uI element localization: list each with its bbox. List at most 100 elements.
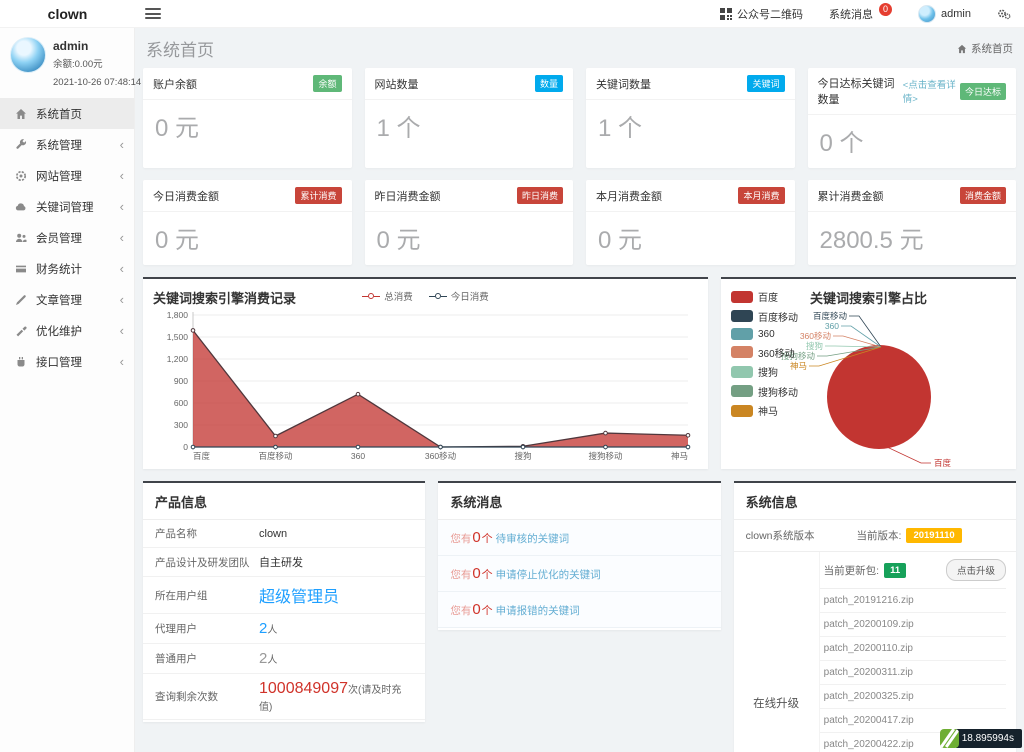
message-row[interactable]: 您有0个 申请停止优化的关键词 <box>438 556 721 592</box>
tools-icon <box>16 326 27 336</box>
online-upgrade-label: 在线升级 <box>734 552 820 752</box>
stat-card: 昨日消费金额 昨日消费 0 元 <box>364 180 573 265</box>
stat-card-value: 1 个 <box>598 115 643 142</box>
sidebar-item-0[interactable]: 系统首页 <box>0 98 134 129</box>
sidebar-item-8[interactable]: 接口管理 ‹ <box>0 346 134 377</box>
stat-card-label: 关键词数量 <box>596 78 651 91</box>
nav-messages-label: 系统消息 <box>829 8 874 21</box>
chevron-left-icon: ‹ <box>119 168 124 183</box>
chevron-left-icon: ‹ <box>119 199 124 214</box>
message-row[interactable]: 您有0个 待审核的关键词 <box>438 520 721 556</box>
stat-card-value: 2800.5 元 <box>819 227 924 254</box>
avatar <box>918 4 937 23</box>
system-info-panel: 系统信息 clown系统版本 当前版本: 20191110 在线升级 当前更新包… <box>733 481 1016 752</box>
trace-badge[interactable]: 18.895994s <box>939 729 1022 748</box>
system-messages-panel: 系统消息 您有0个 待审核的关键词 您有0个 申请停止优化的关键词 您有0个 申请报错的关… <box>438 481 721 630</box>
sidebar-item-7[interactable]: 优化维护 ‹ <box>0 315 134 346</box>
sidebar-item-1[interactable]: 系统管理 ‹ <box>0 129 134 160</box>
table-row: 查询剩余次数 1000849097次(请及时充值) <box>143 674 426 720</box>
svg-text:360移动: 360移动 <box>425 451 457 461</box>
message-count: 0 <box>472 529 481 546</box>
sidebar-item-3[interactable]: 关键词管理 ‹ <box>0 191 134 222</box>
sidebar-item-5[interactable]: 财务统计 ‹ <box>0 253 134 284</box>
stat-card-badge: 昨日消费 <box>516 187 563 204</box>
chevron-left-icon: ‹ <box>119 292 124 307</box>
message-link[interactable]: 申请停止优化的关键词 <box>496 569 601 581</box>
user-balance: 余额:0.00元 <box>53 59 103 70</box>
svg-text:600: 600 <box>174 398 188 408</box>
stat-card-value: 1 个 <box>376 115 421 142</box>
legend-item[interactable]: 搜狗移动 <box>731 384 798 399</box>
menu-toggle-icon[interactable] <box>145 8 161 19</box>
svg-text:1,800: 1,800 <box>167 310 189 320</box>
svg-text:百度: 百度 <box>193 451 211 461</box>
nav-settings[interactable] <box>984 0 1024 27</box>
message-link[interactable]: 申请报错的关键词 <box>496 605 580 617</box>
sidebar-item-label: 会员管理 <box>36 232 82 245</box>
nav-qrcode[interactable]: 公众号二维码 <box>707 0 816 27</box>
stat-card-badge: 余额 <box>313 75 342 92</box>
message-link[interactable]: 待审核的关键词 <box>496 533 570 545</box>
legend-item[interactable]: 百度移动 <box>731 309 798 324</box>
stat-card-label: 账户余额 <box>153 78 197 91</box>
stat-card: 今日消费金额 累计消费 0 元 <box>143 180 352 265</box>
user-name: admin <box>53 39 89 53</box>
message-row[interactable]: 您有0个 申请报错的关键词 <box>438 592 721 628</box>
product-value: clown <box>259 527 288 540</box>
nav-messages[interactable]: 系统消息 0 <box>816 0 905 27</box>
stat-card: 关键词数量 关键词 1 个 <box>586 68 795 168</box>
stat-card-value: 0 元 <box>598 227 643 254</box>
stat-cards-row-1: 账户余额 余额 0 元 网站数量 数量 1 个 关键词数量 关键词 1 个 今日达标关键词数量 <点… <box>143 68 1016 168</box>
stat-card-label: 今日消费金额 <box>153 190 219 203</box>
svg-text:搜狗: 搜狗 <box>514 451 531 461</box>
product-value: 1000849097次(请及时充值) <box>259 680 402 713</box>
stat-card-badge: 数量 <box>534 75 563 92</box>
stat-card: 今日达标关键词数量 <点击查看详情> 今日达标 0 个 <box>807 68 1016 168</box>
stat-card-value: 0 元 <box>376 227 421 254</box>
chevron-left-icon: ‹ <box>119 354 124 369</box>
avatar[interactable] <box>10 37 46 73</box>
legend-item[interactable]: 百度 <box>731 289 798 304</box>
legend-item[interactable]: 360 <box>731 328 798 340</box>
product-value[interactable]: 超级管理员 <box>259 583 339 607</box>
product-value: 2人 <box>259 620 278 637</box>
table-row: 产品设计及研发团队 自主研发 <box>143 548 426 577</box>
legend-item[interactable]: 今日消费 <box>428 289 489 303</box>
legend-item[interactable]: 搜狗 <box>731 364 798 379</box>
chevron-left-icon: ‹ <box>119 137 124 152</box>
product-label: 代理用户 <box>155 623 197 635</box>
qrcode-icon <box>720 7 733 20</box>
thinkphp-icon <box>939 729 959 748</box>
sidebar-item-6[interactable]: 文章管理 ‹ <box>0 284 134 315</box>
app-logo[interactable]: clown <box>0 6 135 22</box>
stat-card: 本月消费金额 本月消费 0 元 <box>586 180 795 265</box>
line-chart: 0 300 600 900 1,200 1,500 1,800 百度 百度移动 360 360移动 搜… <box>167 310 691 461</box>
stat-card-value: 0 元 <box>155 227 200 254</box>
version-row: clown系统版本 当前版本: 20191110 <box>733 520 1016 552</box>
sidebar-item-2[interactable]: 网站管理 ‹ <box>0 160 134 191</box>
breadcrumb[interactable]: 系统首页 <box>957 41 1013 56</box>
sidebar-item-label: 接口管理 <box>36 356 82 369</box>
product-label: 普通用户 <box>155 653 197 665</box>
sidebar-item-4[interactable]: 会员管理 ‹ <box>0 222 134 253</box>
edit-icon <box>16 294 26 305</box>
table-row: 产品名称 clown <box>143 520 426 548</box>
svg-text:百度移动: 百度移动 <box>258 451 293 461</box>
legend-item[interactable]: 总消费 <box>362 289 413 303</box>
credit-card-icon <box>16 265 26 272</box>
package-count-badge: 11 <box>884 562 907 578</box>
stat-card-label: 本月消费金额 <box>596 190 662 203</box>
legend-item[interactable]: 神马 <box>731 403 798 418</box>
sidebar-user-box: admin 余额:0.00元 2021-10-26 07:48:14 <box>0 28 141 98</box>
cloud-icon <box>15 202 26 210</box>
nav-user[interactable]: admin <box>905 0 984 27</box>
legend-item[interactable]: 360移动 <box>731 345 798 360</box>
message-count: 0 <box>472 565 481 582</box>
sidebar-menu: 系统首页 系统管理 ‹ 网站管理 ‹ 关键词管理 ‹ 会员管理 ‹ 财务统计 ‹ 文章管理 ‹ 优化维护 ‹… <box>0 98 134 377</box>
users-icon <box>16 233 27 242</box>
patch-item: patch_20200110.zip <box>819 637 1006 661</box>
engine-share-panel: 关键词搜索引擎占比 百度 百度移动 360 360移动 搜狗 搜狗移动 神马 百度移动 360… <box>721 277 1016 469</box>
upgrade-button[interactable]: 点击升级 <box>945 559 1006 581</box>
system-info-title: 系统信息 <box>733 483 1016 520</box>
stat-card-detail-link[interactable]: <点击查看详情> <box>903 77 960 105</box>
